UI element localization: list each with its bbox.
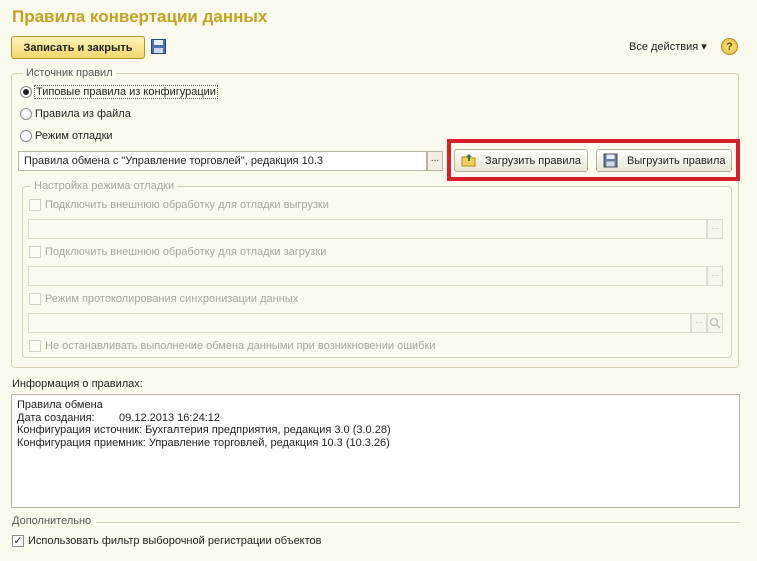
radio-file-rules-label[interactable]: Правила из файла: [35, 108, 131, 120]
floppy-disk-icon[interactable]: [151, 39, 166, 54]
save-and-close-button[interactable]: Записать и закрыть: [11, 36, 145, 59]
debug-export-checkbox[interactable]: [29, 199, 41, 211]
unload-rules-button[interactable]: Выгрузить правила: [596, 149, 732, 172]
radio-config-rules[interactable]: [20, 86, 32, 98]
unload-rules-label: Выгрузить правила: [627, 154, 726, 167]
sync-log-field[interactable]: [28, 313, 691, 333]
debug-export-label: Подключить внешнюю обработку для отладки…: [45, 199, 329, 211]
radio-debug-mode-label[interactable]: Режим отладки: [35, 130, 113, 142]
load-rules-label: Загрузить правила: [485, 154, 581, 167]
debug-import-checkbox[interactable]: [29, 246, 41, 258]
load-folder-icon: [461, 153, 477, 168]
debug-import-field[interactable]: [28, 266, 707, 286]
info-line: Правила обмена: [17, 399, 103, 411]
continue-on-error-checkbox[interactable]: [29, 340, 41, 352]
rules-info-label: Информация о правилах:: [12, 378, 143, 390]
rules-source-legend: Источник правил: [23, 67, 116, 79]
sync-log-checkbox[interactable]: [29, 293, 41, 305]
continue-on-error-label: Не останавливать выполнение обмена данны…: [45, 340, 436, 352]
rules-select-button[interactable]: ...: [427, 151, 443, 171]
sync-log-select-button[interactable]: ...: [691, 313, 707, 333]
save-disk-icon: [603, 153, 619, 168]
load-rules-button[interactable]: Загрузить правила: [454, 149, 588, 172]
help-icon[interactable]: ?: [721, 38, 738, 55]
selective-filter-checkbox[interactable]: ✓: [12, 535, 24, 547]
info-line: Конфигурация источник: Бухгалтерия предп…: [17, 424, 391, 436]
radio-config-rules-label[interactable]: Типовые правила из конфигурации: [34, 85, 218, 99]
debug-settings-legend: Настройка режима отладки: [31, 180, 178, 192]
additional-legend: Дополнительно: [12, 515, 92, 527]
rules-field[interactable]: Правила обмена с "Управление торговлей",…: [18, 151, 427, 171]
rules-info-text[interactable]: Правила обмена Дата создания: 09.12.2013…: [11, 394, 740, 508]
additional-divider: [96, 522, 740, 523]
selective-filter-label[interactable]: Использовать фильтр выборочной регистрац…: [28, 535, 322, 547]
info-line: Конфигурация приемник: Управление торгов…: [17, 436, 390, 449]
debug-export-field[interactable]: [28, 219, 707, 239]
sync-log-label: Режим протоколирования синхронизации дан…: [45, 293, 299, 305]
all-actions-menu[interactable]: Все действия ▾: [629, 40, 707, 53]
debug-import-select-button[interactable]: ...: [707, 266, 723, 286]
debug-export-select-button[interactable]: ...: [707, 219, 723, 239]
debug-import-label: Подключить внешнюю обработку для отладки…: [45, 246, 327, 258]
page-title: Правила конвертации данных: [12, 7, 268, 26]
sync-log-search-icon[interactable]: [707, 313, 723, 333]
radio-debug-mode[interactable]: [20, 130, 32, 142]
radio-file-rules[interactable]: [20, 108, 32, 120]
info-line: Дата создания: 09.12.2013 16:24:12: [17, 411, 220, 424]
